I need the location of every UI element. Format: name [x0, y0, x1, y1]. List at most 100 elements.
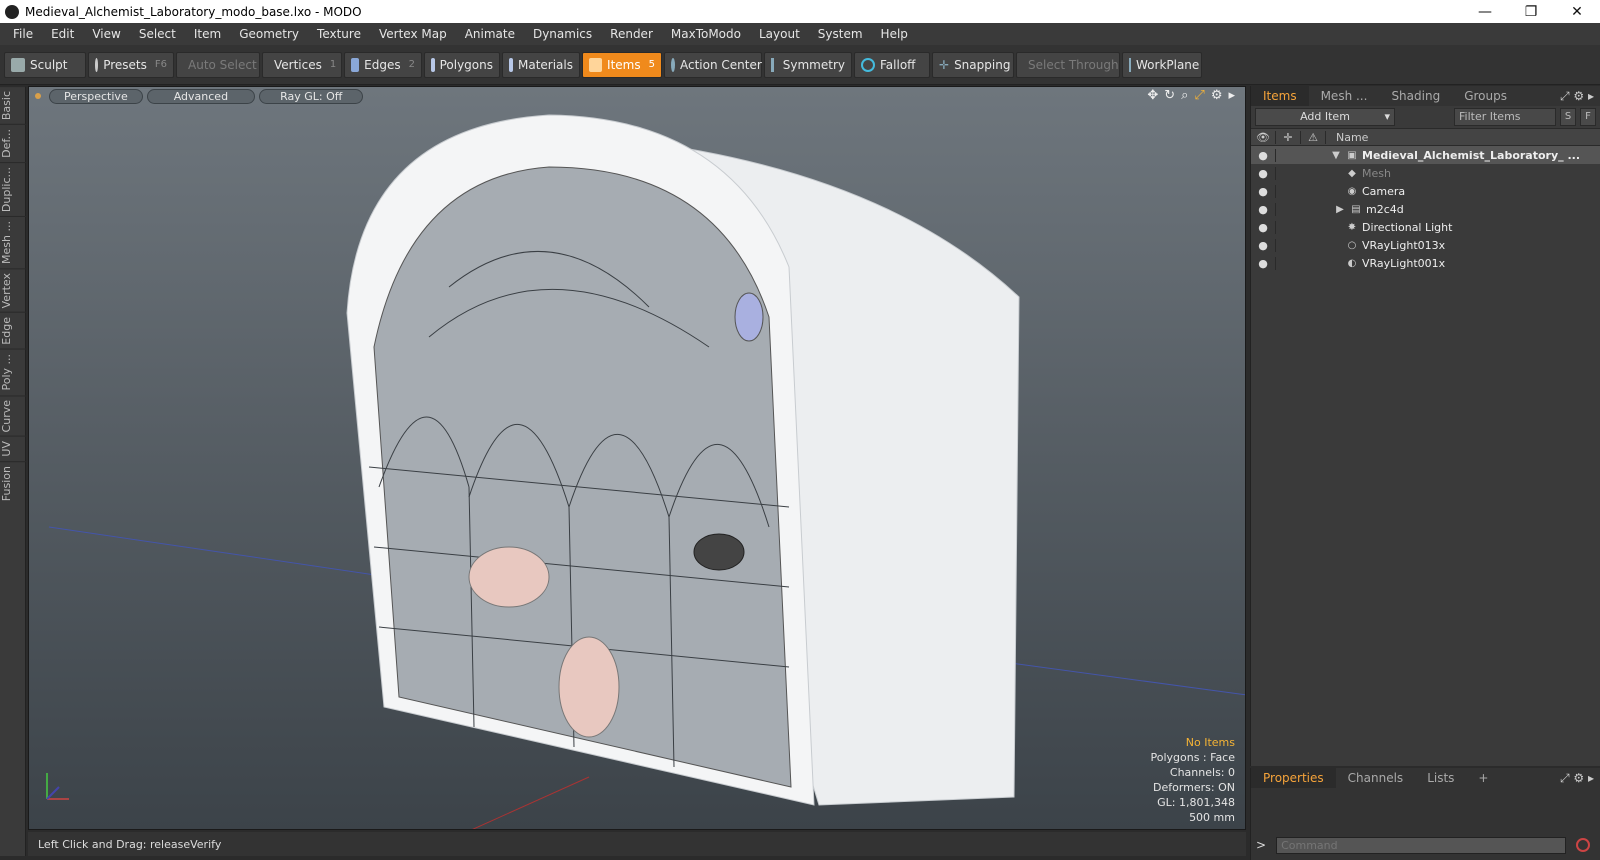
scale-label: 500 mm	[1189, 811, 1235, 824]
menu-texture[interactable]: Texture	[308, 27, 370, 41]
tab-edge[interactable]: Edge	[0, 312, 26, 350]
eye-icon[interactable]: ●	[1251, 166, 1276, 180]
tab-mesh-ops[interactable]: Mesh ...	[1309, 86, 1380, 106]
item-row-camera[interactable]: ● ◉ Camera	[1251, 182, 1600, 200]
command-input[interactable]	[1276, 836, 1567, 854]
select-through-button[interactable]: Select Through	[1016, 51, 1120, 78]
sculpt-button[interactable]: Sculpt	[4, 51, 86, 78]
menu-system[interactable]: System	[809, 27, 872, 41]
eye-icon[interactable]: ●	[1251, 256, 1276, 270]
eye-icon[interactable]: ●	[1251, 148, 1276, 162]
tab-shading[interactable]: Shading	[1379, 86, 1452, 106]
menu-item[interactable]: Item	[185, 27, 230, 41]
menu-animate[interactable]: Animate	[456, 27, 524, 41]
name-column-header[interactable]: Name	[1326, 131, 1368, 144]
advanced-dropdown[interactable]: Advanced	[146, 88, 256, 104]
materials-button[interactable]: Materials	[502, 51, 580, 78]
tab-uv[interactable]: UV	[0, 436, 26, 461]
tab-groups[interactable]: Groups	[1452, 86, 1519, 106]
add-tab-button[interactable]: +	[1466, 768, 1500, 788]
workplane-button[interactable]: WorkPlane	[1122, 51, 1202, 78]
menu-edit[interactable]: Edit	[42, 27, 83, 41]
tab-items[interactable]: Items	[1251, 86, 1309, 106]
visibility-column-icon[interactable]: 👁	[1251, 130, 1276, 144]
record-icon[interactable]	[1576, 838, 1591, 852]
status-text: Left Click and Drag: releaseVerify	[38, 837, 222, 851]
menu-render[interactable]: Render	[601, 27, 662, 41]
tab-channels[interactable]: Channels	[1336, 768, 1416, 788]
camera-icon: ◉	[1347, 185, 1357, 197]
expand-arrow-icon[interactable]: ▼	[1330, 150, 1342, 161]
expand-arrow-icon[interactable]: ▶	[1334, 204, 1346, 215]
menu-dynamics[interactable]: Dynamics	[524, 27, 601, 41]
tab-fusion[interactable]: Fusion	[0, 460, 26, 505]
symmetry-button[interactable]: Symmetry	[764, 51, 852, 78]
filter-items-input[interactable]: Filter Items	[1454, 108, 1556, 126]
render-column-icon[interactable]: ⚠	[1301, 130, 1326, 144]
3d-viewport[interactable]: Perspective Advanced Ray GL: Off ✥ ↻ ⌕ ⤢…	[28, 86, 1246, 830]
viewport-scene[interactable]	[29, 87, 1246, 830]
snapping-button[interactable]: ✛ Snapping	[932, 51, 1014, 78]
viewport-status-dot	[35, 93, 41, 99]
item-row-m2c4d[interactable]: ● ▶ ▤ m2c4d	[1251, 200, 1600, 218]
menu-maxtomodo[interactable]: MaxToModo	[662, 27, 750, 41]
eye-icon[interactable]: ●	[1251, 238, 1276, 252]
items-button[interactable]: Items 5	[582, 51, 662, 78]
tab-poly[interactable]: Poly ...	[0, 349, 26, 395]
tab-duplicate[interactable]: Duplic...	[0, 161, 26, 217]
filter-f-button[interactable]: F	[1580, 108, 1596, 126]
edges-button[interactable]: Edges 2	[344, 51, 422, 78]
panel-options-icon[interactable]: ⤢ ⚙ ▸	[1560, 89, 1600, 104]
restore-button[interactable]: ❐	[1508, 4, 1554, 20]
item-row-vraylight001x[interactable]: ● ◐ VRayLight001x	[1251, 254, 1600, 272]
eye-icon[interactable]: ●	[1251, 202, 1276, 216]
vertices-button[interactable]: Vertices 1	[262, 51, 342, 78]
eye-icon[interactable]: ●	[1251, 220, 1276, 234]
tab-lists[interactable]: Lists	[1415, 768, 1466, 788]
zoom-icon[interactable]: ⌕	[1181, 88, 1188, 103]
polygons-button[interactable]: Polygons	[424, 51, 500, 78]
tab-deform[interactable]: Def...	[0, 124, 26, 162]
tab-mesh[interactable]: Mesh ...	[0, 216, 26, 268]
viewport-expand-icon[interactable]: ▸	[1228, 88, 1235, 103]
light-icon: ○	[1347, 239, 1357, 251]
menu-view[interactable]: View	[83, 27, 129, 41]
minimize-button[interactable]: —	[1462, 4, 1508, 20]
tab-properties[interactable]: Properties	[1251, 768, 1336, 788]
no-items-label: No Items	[1185, 736, 1235, 749]
menu-file[interactable]: File	[4, 27, 42, 41]
add-item-button[interactable]: Add Item ▾	[1255, 108, 1395, 126]
rotate-icon[interactable]: ↻	[1164, 88, 1175, 103]
item-row-mesh[interactable]: ● ◆ Mesh	[1251, 164, 1600, 182]
fit-icon[interactable]: ⤢	[1194, 88, 1204, 103]
viewport-info-hud: No Items Polygons : Face Channels: 0 Def…	[1150, 735, 1235, 825]
eye-icon[interactable]: ●	[1251, 184, 1276, 198]
pan-icon[interactable]: ✥	[1147, 88, 1158, 103]
menu-layout[interactable]: Layout	[750, 27, 809, 41]
auto-select-button[interactable]: Auto Select	[176, 51, 260, 78]
falloff-button[interactable]: Falloff	[854, 51, 930, 78]
filter-s-button[interactable]: S	[1560, 108, 1576, 126]
action-center-button[interactable]: Action Center	[664, 51, 762, 78]
menu-vertex-map[interactable]: Vertex Map	[370, 27, 456, 41]
item-row-directional-light[interactable]: ● ✸ Directional Light	[1251, 218, 1600, 236]
tab-curve[interactable]: Curve	[0, 394, 26, 436]
menu-geometry[interactable]: Geometry	[230, 27, 308, 41]
edges-icon	[351, 57, 360, 72]
tab-vertex[interactable]: Vertex	[0, 267, 26, 313]
menu-select[interactable]: Select	[130, 27, 185, 41]
group-icon: ▤	[1351, 203, 1361, 215]
perspective-dropdown[interactable]: Perspective	[49, 88, 143, 104]
raygl-toggle[interactable]: Ray GL: Off	[259, 88, 364, 104]
tab-basic[interactable]: Basic	[0, 86, 26, 125]
chevron-down-icon: ▾	[1384, 110, 1390, 123]
items-column-header: 👁 ✛ ⚠ Name	[1251, 128, 1600, 146]
item-row-scene[interactable]: ● ▼ ▣ Medieval_Alchemist_Laboratory_ ...	[1251, 146, 1600, 164]
presets-button[interactable]: Presets F6	[88, 51, 174, 78]
close-button[interactable]: ✕	[1554, 4, 1600, 20]
panel-options-icon[interactable]: ⤢ ⚙ ▸	[1560, 771, 1600, 786]
lock-column-icon[interactable]: ✛	[1276, 130, 1301, 144]
menu-help[interactable]: Help	[872, 27, 917, 41]
viewport-settings-icon[interactable]: ⚙	[1211, 88, 1223, 103]
item-row-vraylight013x[interactable]: ● ○ VRayLight013x	[1251, 236, 1600, 254]
